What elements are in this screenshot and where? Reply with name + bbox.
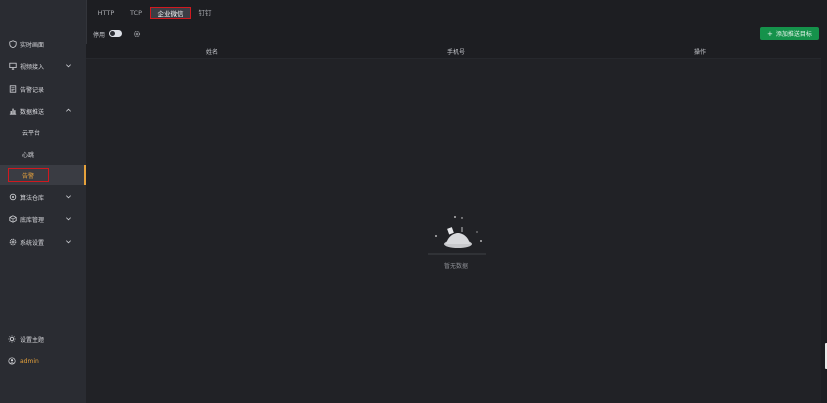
push-type-tabs: HTTP TCP 企业微信 钉钉 — [86, 0, 827, 22]
user-avatar-icon — [8, 357, 16, 365]
sidebar-item-system-settings[interactable]: 系统设置 — [0, 232, 86, 252]
theme-setting-button[interactable]: 设置主题 — [0, 330, 86, 348]
sidebar-item-base-library[interactable]: 底库管理 — [0, 209, 86, 229]
enable-label: 停用 — [93, 32, 106, 39]
sidebar-item-label: 系统设置 — [20, 239, 45, 247]
database-icon — [9, 215, 17, 223]
bar-chart-icon — [9, 107, 17, 115]
settings-icon[interactable] — [133, 30, 141, 38]
document-icon — [9, 85, 17, 93]
sidebar-item-label: 告警记录 — [20, 86, 45, 94]
empty-data-icon — [428, 214, 486, 256]
sidebar-subitem-alarm[interactable]: 告警 — [0, 165, 86, 185]
sidebar-subitem-heartbeat[interactable]: 心跳 — [0, 144, 86, 164]
plus-icon: + — [767, 29, 773, 38]
sidebar: 实时画面 视频接入 告警记录 数据推送 云平台 心跳 告警 算法仓库 底库管理 … — [0, 0, 87, 403]
sidebar-subitem-label: 心跳 — [22, 151, 35, 159]
add-push-target-button[interactable]: + 添加推送目标 — [760, 27, 819, 40]
user-menu[interactable]: admin — [0, 352, 86, 370]
gear-icon — [9, 238, 17, 246]
username-label: admin — [20, 357, 39, 365]
chevron-down-icon — [65, 193, 72, 200]
sun-icon — [8, 335, 16, 343]
cube-icon — [9, 193, 17, 201]
chevron-down-icon — [65, 62, 72, 69]
sidebar-item-label: 底库管理 — [20, 216, 45, 224]
add-push-target-label: 添加推送目标 — [775, 31, 812, 38]
sidebar-item-alarm-records[interactable]: 告警记录 — [0, 79, 86, 99]
monitor-icon — [9, 62, 17, 70]
sidebar-item-label: 数据推送 — [20, 108, 45, 116]
column-header-phone: 手机号 — [447, 49, 466, 56]
column-header-name: 姓名 — [206, 49, 219, 56]
shield-icon — [9, 40, 17, 48]
tab-tcp[interactable]: TCP — [126, 7, 146, 19]
sidebar-item-label: 视频接入 — [20, 63, 45, 71]
tab-http[interactable]: HTTP — [96, 7, 116, 19]
sidebar-item-label: 算法仓库 — [20, 194, 45, 202]
sidebar-item-label: 实时画面 — [20, 41, 45, 49]
theme-setting-label: 设置主题 — [20, 336, 45, 344]
sidebar-item-algorithm-store[interactable]: 算法仓库 — [0, 187, 86, 207]
sidebar-subitem-label: 云平台 — [22, 129, 41, 137]
sidebar-item-data-push[interactable]: 数据推送 — [0, 101, 86, 121]
chevron-down-icon — [65, 215, 72, 222]
column-header-actions: 操作 — [694, 49, 707, 56]
chevron-up-icon — [65, 107, 72, 114]
sidebar-item-video-input[interactable]: 视频接入 — [0, 56, 86, 76]
sidebar-item-live-view[interactable]: 实时画面 — [0, 34, 86, 54]
enable-toggle[interactable] — [109, 30, 122, 37]
sidebar-subitem-label: 告警 — [22, 172, 35, 180]
tab-wecom[interactable]: 企业微信 — [150, 7, 191, 19]
sidebar-subitem-cloud-platform[interactable]: 云平台 — [0, 122, 86, 142]
chevron-down-icon — [65, 238, 72, 245]
empty-data-text: 暂无数据 — [444, 263, 469, 270]
tab-dingtalk[interactable]: 钉钉 — [196, 7, 214, 19]
table-header: 姓名 手机号 操作 — [86, 44, 821, 59]
